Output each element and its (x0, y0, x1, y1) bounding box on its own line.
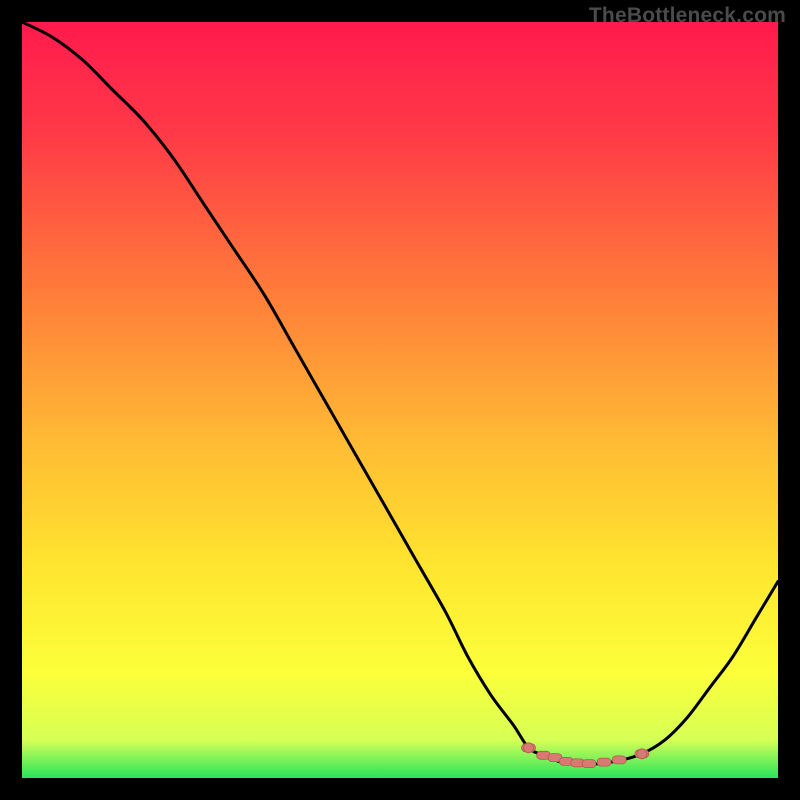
chart-container: TheBottleneck.com (0, 0, 800, 800)
gradient-bg (22, 22, 778, 778)
curve-marker (597, 758, 611, 766)
watermark-text: TheBottleneck.com (589, 4, 786, 28)
curve-marker-end (637, 749, 647, 759)
chart-plot (22, 22, 778, 778)
curve-marker (612, 756, 626, 764)
chart-svg (22, 22, 778, 778)
curve-marker-end (524, 743, 534, 753)
curve-marker (582, 760, 596, 768)
